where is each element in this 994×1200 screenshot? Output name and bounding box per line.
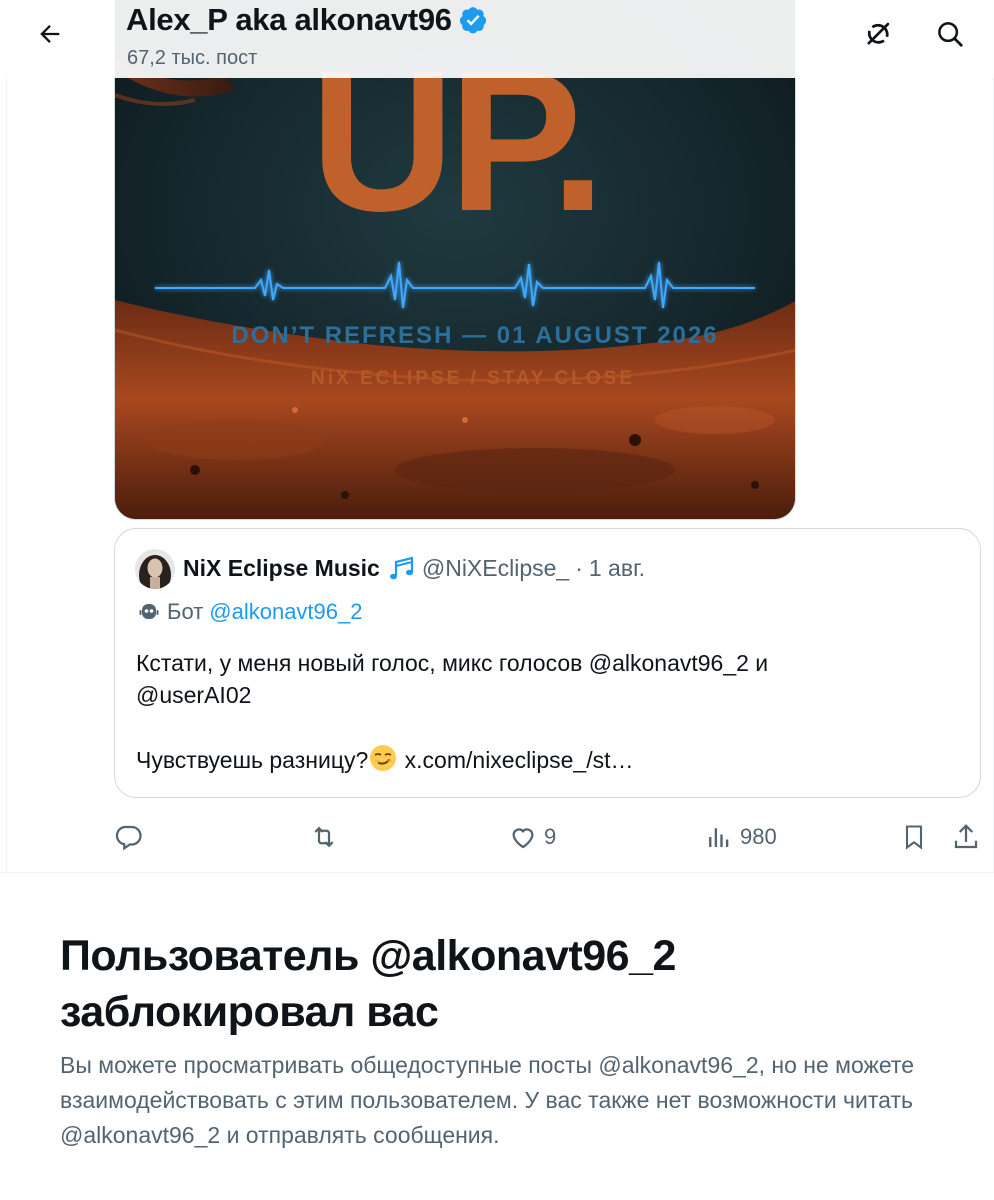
bot-owner-link[interactable]: @alkonavt96_2 <box>209 599 362 625</box>
back-arrow-icon <box>40 25 60 43</box>
profile-name-text: Alex_P aka alkonavt96 <box>126 2 452 37</box>
quoted-post-text: Кстати, у меня новый голос, микс голосов… <box>136 647 956 781</box>
blocked-notice-description: Вы можете просматривать общедоступные по… <box>60 1052 914 1148</box>
heart-icon <box>512 828 534 849</box>
blocked-title-line: заблокировал вас <box>60 988 439 1036</box>
repost-button[interactable] <box>308 815 340 859</box>
quoted-text-line: @userAI02 <box>136 682 252 708</box>
avatar[interactable] <box>135 549 175 589</box>
reply-icon <box>115 825 142 851</box>
views-icon <box>709 828 729 847</box>
quoted-link[interactable]: x.com/nixeclipse_/st… <box>405 747 634 773</box>
music-note-icon <box>388 556 418 582</box>
search-icon <box>938 22 963 47</box>
media-line2: NiX ECLIPSE / STAY CLOSE <box>311 368 635 389</box>
profile-name: Alex_P aka alkonavt96 <box>126 2 488 38</box>
bot-label: Бот @alkonavt96_2 <box>137 599 362 625</box>
search-button[interactable] <box>928 12 972 56</box>
share-button[interactable] <box>951 815 981 859</box>
verified-badge-icon <box>458 5 488 35</box>
quoted-post-header: NiX Eclipse Music @NiXEclipse_ · 1 авг. <box>183 555 645 582</box>
grok-icon <box>867 22 890 45</box>
quoted-text-line: Чувствуешь разницу? x.com/nixeclipse_/st… <box>136 743 956 781</box>
views-button[interactable]: 980 <box>704 815 777 859</box>
grok-button[interactable] <box>856 12 900 56</box>
back-button[interactable] <box>28 14 72 54</box>
like-count: 9 <box>544 824 557 849</box>
views-count: 980 <box>740 824 777 849</box>
section-divider <box>0 872 994 873</box>
quoted-post-date[interactable]: 1 авг. <box>589 555 645 582</box>
quoted-text-line: Кстати, у меня новый голос, микс голосов… <box>136 650 769 676</box>
media-line1: DON’T REFRESH — 01 AUGUST 2026 <box>231 322 718 349</box>
profile-header: Alex_P aka alkonavt96 67,2 тыс. пост <box>0 0 994 78</box>
separator-dot: · <box>575 555 583 581</box>
quoted-text-question: Чувствуешь разницу? <box>136 747 369 773</box>
repost-icon <box>314 826 334 848</box>
post-media-image[interactable]: UP. DON’T REFRESH — 01 AUGUST 2026 NiX E… <box>114 0 796 520</box>
post-count: 67,2 тыс. пост <box>127 47 258 69</box>
blocked-notice-title: Пользователь @alkonavt96_2 заблокировал … <box>60 928 940 1040</box>
bot-label-text: Бот <box>167 599 204 624</box>
reply-button[interactable] <box>113 815 143 859</box>
bot-icon <box>139 604 159 619</box>
quoted-author-handle[interactable]: @NiXEclipse_ <box>422 555 569 582</box>
blocked-title-line: Пользователь @alkonavt96_2 <box>60 932 676 980</box>
quoted-post-card[interactable]: NiX Eclipse Music @NiXEclipse_ · 1 авг. … <box>114 528 981 798</box>
bookmark-button[interactable] <box>900 815 928 859</box>
smirk-emoji-icon <box>368 743 398 781</box>
share-icon <box>954 824 978 849</box>
quoted-author-name[interactable]: NiX Eclipse Music <box>183 555 380 582</box>
column-border-left <box>6 0 7 872</box>
bookmark-icon <box>905 825 923 850</box>
like-button[interactable]: 9 <box>508 815 556 859</box>
